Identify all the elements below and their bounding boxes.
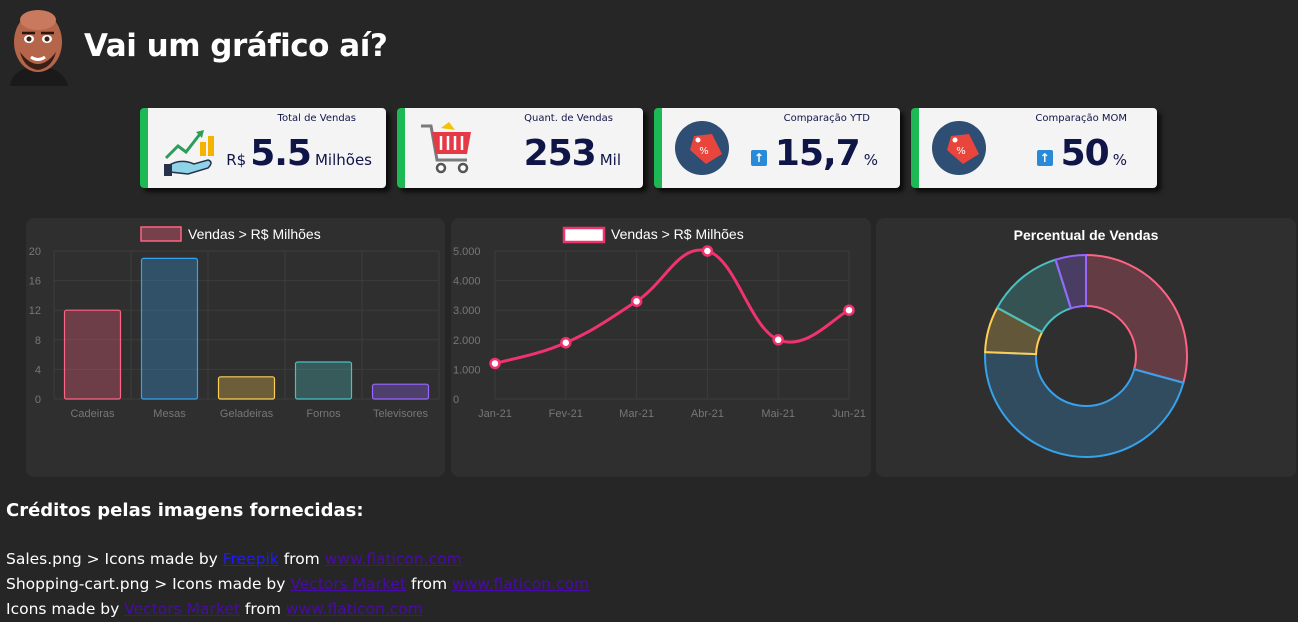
y-tick-label: 5.000 xyxy=(453,246,481,258)
y-tick-label: 16 xyxy=(29,276,41,288)
bar xyxy=(63,309,122,400)
kpi-label: Total de Vendas xyxy=(277,113,356,124)
kpi-suffix: Mil xyxy=(599,151,621,169)
x-tick-label: Jun-21 xyxy=(832,408,866,420)
x-tick-label: Cadeiras xyxy=(70,408,115,420)
page-title: Vai um gráfico aí? xyxy=(84,28,388,64)
credit-line: Icons made by Vectors Market from www.fl… xyxy=(6,597,589,622)
kpi-value: 253 xyxy=(523,133,597,174)
data-point xyxy=(489,357,501,370)
y-tick-label: 4 xyxy=(35,364,41,376)
data-point xyxy=(772,334,784,346)
y-tick-label: 1.000 xyxy=(453,364,481,376)
credit-from: from xyxy=(239,600,286,618)
y-tick-label: 0 xyxy=(35,394,41,406)
bar-chart-panel: Vendas > R$ Milhões 0 4 8 12 16 20 Cadeiras Mes… xyxy=(26,218,445,477)
kpi-suffix: Milhões xyxy=(314,151,372,169)
y-tick-label: 2.000 xyxy=(453,335,481,347)
avatar xyxy=(10,10,68,86)
x-tick-label: Mai-21 xyxy=(761,408,795,420)
x-tick-label: Jan-21 xyxy=(478,408,512,420)
x-tick-label: Geladeiras xyxy=(220,408,274,420)
credit-from: from xyxy=(406,575,452,593)
credit-line: Shopping-cart.png > Icons made by Vector… xyxy=(6,572,589,597)
y-tick-label: 4.000 xyxy=(453,276,481,288)
x-tick-label: Televisores xyxy=(373,408,429,420)
bar-chart: Vendas > R$ Milhões 0 4 8 12 16 20 Cadeiras Mes… xyxy=(29,226,440,420)
bar xyxy=(294,361,353,400)
bar xyxy=(217,376,276,400)
credit-line: Sales.png > Icons made by Freepik from w… xyxy=(6,547,589,572)
kpi-value: 15,7 xyxy=(774,133,861,174)
credits-title: Créditos pelas imagens fornecidas: xyxy=(6,500,364,521)
x-tick-label: Abr-21 xyxy=(691,408,724,420)
credit-text: Shopping-cart.png > Icons made by xyxy=(6,575,291,593)
bar xyxy=(371,383,430,400)
author-link[interactable]: Freepik xyxy=(223,550,279,568)
header: Vai um gráfico aí? xyxy=(4,6,388,86)
site-link[interactable]: www.flaticon.com xyxy=(286,600,423,618)
y-tick-label: 20 xyxy=(29,246,41,258)
credit-from: from xyxy=(278,550,325,568)
data-point xyxy=(630,295,643,308)
y-tick-label: 3.000 xyxy=(453,305,481,317)
y-tick-label: 8 xyxy=(35,335,41,347)
series-line xyxy=(494,248,850,365)
credit-text: Icons made by xyxy=(6,600,125,618)
y-tick-label: 0 xyxy=(453,394,459,406)
kpi-label: Quant. de Vendas xyxy=(524,113,613,124)
doughnut-chart: Percentual de Vendas xyxy=(984,227,1188,458)
kpi-card-mom: % Comparação MOM ↑ 50 % xyxy=(911,108,1157,188)
data-point xyxy=(701,245,714,257)
kpi-card-total-sales: Total de Vendas R$ 5.5 Milhões xyxy=(140,108,386,188)
line-chart: Vendas > R$ Milhões 0 1.000 2.000 3.000 4.00… xyxy=(453,226,866,420)
author-link[interactable]: Vectors Market xyxy=(290,575,406,593)
data-point xyxy=(560,337,572,349)
x-tick-label: Mar-21 xyxy=(619,408,654,420)
x-tick-label: Fev-21 xyxy=(549,408,583,420)
pie-slice xyxy=(1085,253,1188,384)
credit-text: Sales.png > Icons made by xyxy=(6,550,223,568)
author-link[interactable]: Vectors Market xyxy=(124,600,240,618)
x-tick-label: Fornos xyxy=(306,408,341,420)
bar xyxy=(140,257,199,400)
doughnut-chart-panel: Percentual de Vendas xyxy=(876,218,1296,477)
kpi-prefix: R$ xyxy=(226,151,247,169)
arrow-up-icon: ↑ xyxy=(750,150,767,166)
chart-title: Percentual de Vendas xyxy=(1014,227,1159,243)
site-link[interactable]: www.flaticon.com xyxy=(325,550,462,568)
kpi-card-ytd: % Comparação YTD ↑ 15,7 % xyxy=(654,108,900,188)
data-point xyxy=(843,304,855,316)
line-chart-panel: Vendas > R$ Milhões 0 1.000 2.000 3.000 4.00… xyxy=(451,218,871,477)
kpi-card-sales-quantity: Quant. de Vendas 253 Mil xyxy=(397,108,643,188)
sales-growth-icon xyxy=(164,130,214,176)
site-link[interactable]: www.flaticon.com xyxy=(452,575,589,593)
kpi-label: Comparação MOM xyxy=(1035,113,1127,124)
discount-tag-icon: % xyxy=(675,121,729,175)
discount-tag-icon: % xyxy=(932,121,986,175)
kpi-value: 5.5 xyxy=(250,133,312,174)
legend-label: Vendas > R$ Milhões xyxy=(611,226,744,242)
legend-label: Vendas > R$ Milhões xyxy=(188,226,321,242)
kpi-label: Comparação YTD xyxy=(783,113,870,124)
kpi-suffix: % xyxy=(863,151,878,169)
kpi-value: 50 xyxy=(1060,133,1110,174)
y-tick-label: 12 xyxy=(29,305,41,317)
shopping-cart-icon xyxy=(421,122,471,174)
x-tick-label: Mesas xyxy=(153,408,186,420)
kpi-suffix: % xyxy=(1112,151,1127,169)
svg-text:%: % xyxy=(699,146,709,157)
legend-swatch xyxy=(562,226,606,244)
svg-text:%: % xyxy=(956,146,966,157)
arrow-up-icon: ↑ xyxy=(1036,150,1053,166)
legend-swatch xyxy=(140,226,182,242)
credits-list: Sales.png > Icons made by Freepik from w… xyxy=(6,547,589,622)
